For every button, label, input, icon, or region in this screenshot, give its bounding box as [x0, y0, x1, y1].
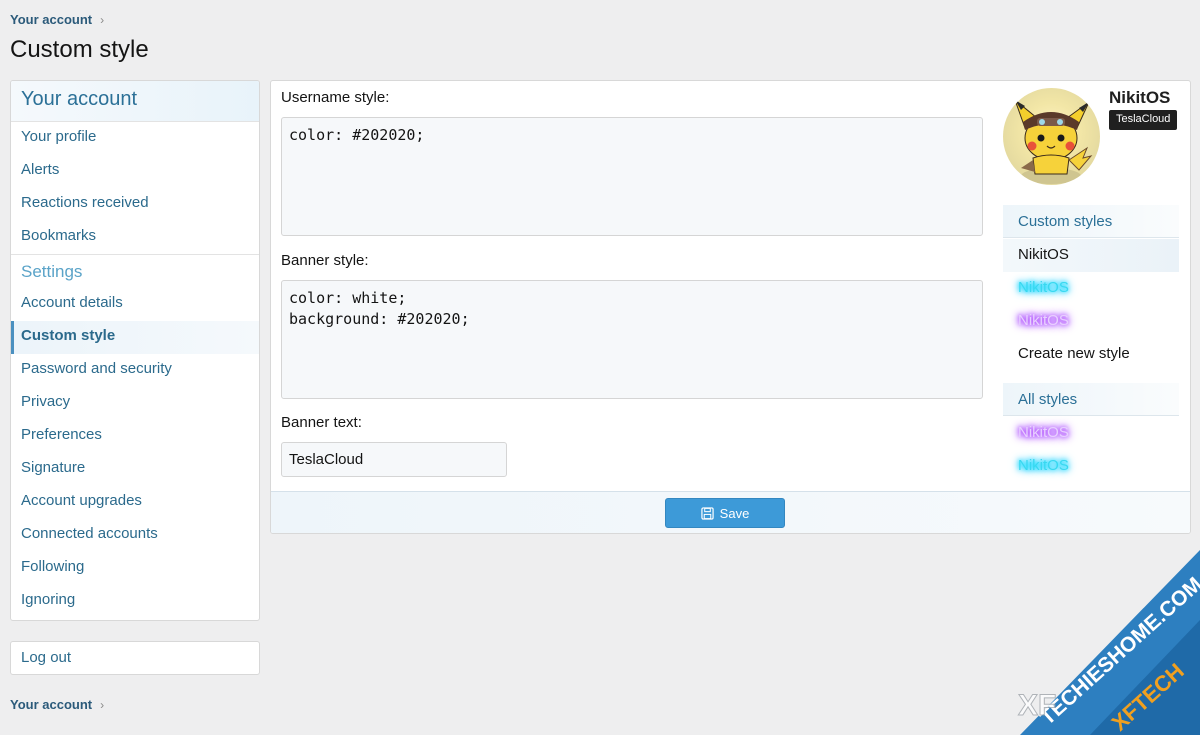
custom-style-item[interactable]: NikitOS [1003, 305, 1179, 338]
custom-style-form: Username style: color: #202020; Banner s… [270, 80, 1191, 534]
sidebar-item-account-details[interactable]: Account details [11, 288, 259, 321]
sidebar-item-reactions-received[interactable]: Reactions received [11, 188, 259, 221]
chevron-right-icon: › [100, 697, 105, 712]
banner-style-textarea[interactable]: color: white; background: #202020; [281, 280, 983, 399]
sidebar-item-your-profile[interactable]: Your profile [11, 122, 259, 155]
sidebar-item-preferences[interactable]: Preferences [11, 420, 259, 453]
sidebar-item-account-upgrades[interactable]: Account upgrades [11, 486, 259, 519]
techieshome-watermark-icon: TECHIESHOME.COM XFTECH XF [1018, 550, 1200, 735]
custom-style-item[interactable]: NikitOS [1003, 272, 1179, 305]
page-title: Custom style [10, 36, 149, 63]
chevron-right-icon: › [100, 12, 105, 27]
sidebar-item-password-security[interactable]: Password and security [11, 354, 259, 387]
save-button[interactable]: Save [665, 498, 785, 528]
form-footer: Save [271, 491, 1190, 533]
avatar [1003, 88, 1100, 185]
sidebar-item-alerts[interactable]: Alerts [11, 155, 259, 188]
sidebar-item-custom-style[interactable]: Custom style [11, 321, 259, 354]
preview-username: NikitOS [1109, 88, 1171, 107]
sidebar-item-connected-accounts[interactable]: Connected accounts [11, 519, 259, 552]
preview-banner: TeslaCloud [1109, 110, 1178, 130]
banner-text-input[interactable]: TeslaCloud [281, 442, 507, 477]
sidebar-item-ignoring[interactable]: Ignoring [11, 585, 259, 618]
custom-style-item[interactable]: NikitOS [1003, 239, 1179, 272]
username-style-textarea[interactable]: color: #202020; [281, 117, 983, 236]
sidebar-item-privacy[interactable]: Privacy [11, 387, 259, 420]
breadcrumb[interactable]: Your account › [10, 12, 104, 27]
all-style-item-label: NikitOS [1018, 457, 1069, 474]
custom-style-item-label: NikitOS [1018, 279, 1069, 296]
breadcrumb-link[interactable]: Your account [10, 697, 92, 712]
account-sidebar: Your account Your profile Alerts Reactio… [10, 80, 260, 621]
sidebar-header: Your account [11, 81, 259, 122]
custom-styles-header: Custom styles [1003, 205, 1179, 238]
banner-style-label: Banner style: [281, 252, 369, 269]
sidebar-item-following[interactable]: Following [11, 552, 259, 585]
pikachu-avatar-icon [1013, 98, 1093, 184]
logout-button[interactable]: Log out [10, 641, 260, 675]
sidebar-item-signature[interactable]: Signature [11, 453, 259, 486]
username-style-label: Username style: [281, 89, 390, 106]
all-style-item-label: NikitOS [1018, 424, 1069, 441]
sidebar-section-settings: Settings [11, 254, 259, 288]
sidebar-item-bookmarks[interactable]: Bookmarks [11, 221, 259, 254]
banner-text-label: Banner text: [281, 414, 362, 431]
breadcrumb-bottom[interactable]: Your account › [10, 697, 104, 712]
create-new-style-link[interactable]: Create new style [1003, 338, 1179, 371]
watermark-logo: TECHIESHOME.COM XFTECH XF [1000, 550, 1200, 735]
save-button-label: Save [719, 505, 750, 521]
all-styles-header: All styles [1003, 383, 1179, 416]
floppy-disk-icon [700, 506, 714, 520]
watermark-xf-letters: XF [1018, 689, 1056, 722]
all-style-item[interactable]: NikitOS [1003, 417, 1179, 450]
all-style-item[interactable]: NikitOS [1003, 450, 1179, 483]
custom-style-item-label: NikitOS [1018, 312, 1069, 329]
breadcrumb-link[interactable]: Your account [10, 12, 92, 27]
